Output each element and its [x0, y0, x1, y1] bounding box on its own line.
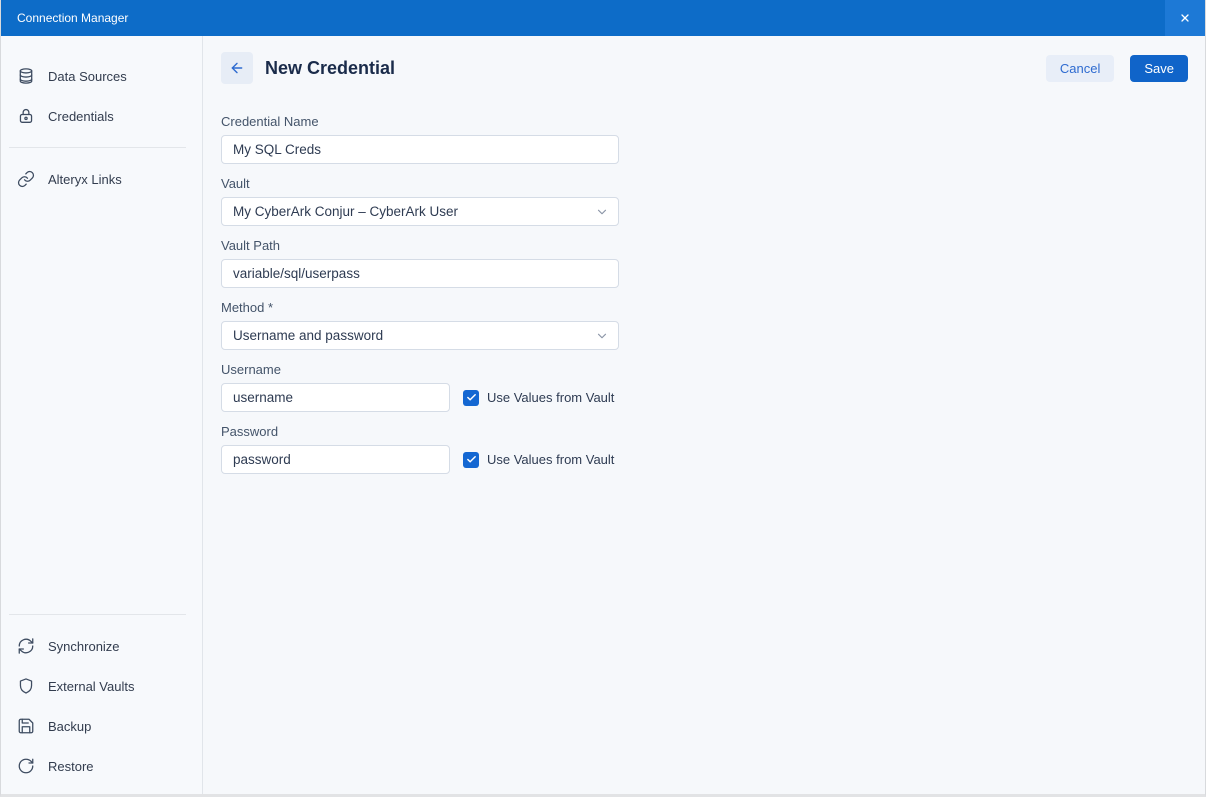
method-group: Method * Username and password — [221, 300, 1188, 350]
sidebar-divider — [9, 147, 186, 148]
vault-group: Vault My CyberArk Conjur – CyberArk User — [221, 176, 1188, 226]
checkbox-label: Use Values from Vault — [487, 390, 614, 405]
sidebar-item-label: Backup — [48, 719, 91, 734]
restore-icon — [17, 757, 35, 775]
connection-manager-window: Connection Manager Data Sources — [0, 0, 1206, 797]
database-icon — [17, 67, 35, 85]
chevron-down-icon — [595, 329, 609, 343]
password-label: Password — [221, 424, 1188, 439]
sidebar-item-credentials[interactable]: Credentials — [1, 96, 202, 136]
sidebar-divider-bottom — [9, 614, 186, 615]
sync-icon — [17, 637, 35, 655]
close-button[interactable] — [1165, 0, 1205, 36]
method-selected-value: Username and password — [233, 328, 383, 343]
sidebar-item-backup[interactable]: Backup — [1, 706, 202, 746]
arrow-left-icon — [229, 60, 245, 76]
sidebar-spacer — [1, 199, 202, 603]
vault-path-label: Vault Path — [221, 238, 1188, 253]
shield-icon — [17, 677, 35, 695]
checkbox-label: Use Values from Vault — [487, 452, 614, 467]
password-group: Password Use Values from Vault — [221, 424, 1188, 474]
chevron-down-icon — [595, 205, 609, 219]
save-icon — [17, 717, 35, 735]
username-group: Username Use Values from Vault — [221, 362, 1188, 412]
credential-name-label: Credential Name — [221, 114, 1188, 129]
credential-name-group: Credential Name — [221, 114, 1188, 164]
close-icon — [1179, 12, 1191, 24]
sidebar-item-synchronize[interactable]: Synchronize — [1, 626, 202, 666]
username-input[interactable] — [221, 383, 450, 412]
method-label: Method * — [221, 300, 1188, 315]
checkbox-checked-icon — [463, 390, 479, 406]
sidebar-item-label: Alteryx Links — [48, 172, 122, 187]
vault-path-input[interactable] — [221, 259, 619, 288]
sidebar: Data Sources Credentials — [1, 36, 203, 794]
sidebar-item-label: Credentials — [48, 109, 114, 124]
vault-label: Vault — [221, 176, 1188, 191]
method-select[interactable]: Username and password — [221, 321, 619, 350]
checkbox-checked-icon — [463, 452, 479, 468]
vault-select[interactable]: My CyberArk Conjur – CyberArk User — [221, 197, 619, 226]
sidebar-item-label: External Vaults — [48, 679, 134, 694]
sidebar-item-label: Synchronize — [48, 639, 120, 654]
page-title: New Credential — [265, 58, 1046, 79]
lock-icon — [17, 107, 35, 125]
credential-name-input[interactable] — [221, 135, 619, 164]
sidebar-item-restore[interactable]: Restore — [1, 746, 202, 786]
back-button[interactable] — [221, 52, 253, 84]
password-use-vault-checkbox[interactable]: Use Values from Vault — [463, 452, 614, 468]
username-use-vault-checkbox[interactable]: Use Values from Vault — [463, 390, 614, 406]
sidebar-item-external-vaults[interactable]: External Vaults — [1, 666, 202, 706]
username-label: Username — [221, 362, 1188, 377]
window-title: Connection Manager — [1, 11, 1165, 25]
credential-form: Credential Name Vault My CyberArk Conjur… — [221, 114, 1188, 474]
password-input[interactable] — [221, 445, 450, 474]
sidebar-item-data-sources[interactable]: Data Sources — [1, 56, 202, 96]
main-panel: New Credential Cancel Save Credential Na… — [203, 36, 1205, 794]
link-icon — [17, 170, 35, 188]
sidebar-item-alteryx-links[interactable]: Alteryx Links — [1, 159, 202, 199]
title-bar: Connection Manager — [1, 0, 1205, 36]
page-header: New Credential Cancel Save — [221, 52, 1188, 84]
cancel-button[interactable]: Cancel — [1046, 55, 1114, 82]
sidebar-item-label: Data Sources — [48, 69, 127, 84]
sidebar-item-label: Restore — [48, 759, 94, 774]
vault-selected-value: My CyberArk Conjur – CyberArk User — [233, 204, 458, 219]
save-button[interactable]: Save — [1130, 55, 1188, 82]
vault-path-group: Vault Path — [221, 238, 1188, 288]
